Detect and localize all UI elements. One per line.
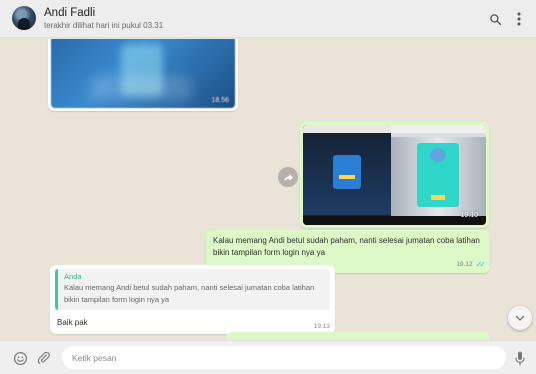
contact-name[interactable]: Andi Fadli [44, 7, 95, 19]
emoji-icon[interactable] [12, 350, 28, 366]
message-time: 19.13 [313, 323, 330, 330]
chevron-down-icon [515, 315, 525, 321]
screenshot-right-pane [390, 125, 486, 225]
message-outgoing-partial[interactable] [226, 332, 490, 340]
contact-avatar[interactable] [12, 6, 36, 30]
message-time: 19.10 [460, 212, 478, 219]
message-meta: 19.13 [55, 323, 330, 330]
quote-author: Anda [64, 272, 82, 281]
message-list[interactable]: 18.56 19.10 Kalau memang Andi betul suda… [0, 39, 536, 340]
screenshot-left-pane [303, 125, 391, 225]
quoted-message[interactable]: Anda Kalau memang Andi betul sudah paham… [55, 269, 330, 310]
menu-icon[interactable] [510, 10, 528, 28]
attach-icon[interactable] [36, 350, 52, 366]
read-ticks-icon: ✓✓ [475, 260, 487, 269]
mic-icon[interactable] [512, 350, 528, 366]
image-message-incoming[interactable]: 18.56 [48, 39, 238, 111]
message-text: Kalau memang Andi betul sudah paham, nan… [213, 236, 480, 257]
chat-header: Andi Fadli terakhir dilihat hari ini puk… [0, 0, 536, 38]
last-seen-status: terakhir dilihat hari ini pukul 03.31 [44, 21, 164, 30]
reply-message-incoming[interactable]: Anda Kalau memang Andi betul sudah paham… [50, 265, 335, 334]
scroll-down-button[interactable] [508, 306, 532, 330]
message-input[interactable] [62, 346, 506, 369]
forward-icon[interactable] [278, 167, 298, 187]
image-thumbnail[interactable]: 19.10 [303, 125, 486, 225]
message-time: 18.56 [211, 97, 229, 104]
image-thumbnail[interactable]: 18.56 [51, 39, 235, 108]
search-icon[interactable] [486, 10, 504, 28]
message-composer [0, 340, 536, 374]
quote-text: Kalau memang Andi betul sudah paham, nan… [64, 283, 315, 304]
image-message-outgoing[interactable]: 19.10 [300, 122, 489, 228]
message-time: 19.12 [456, 261, 473, 268]
